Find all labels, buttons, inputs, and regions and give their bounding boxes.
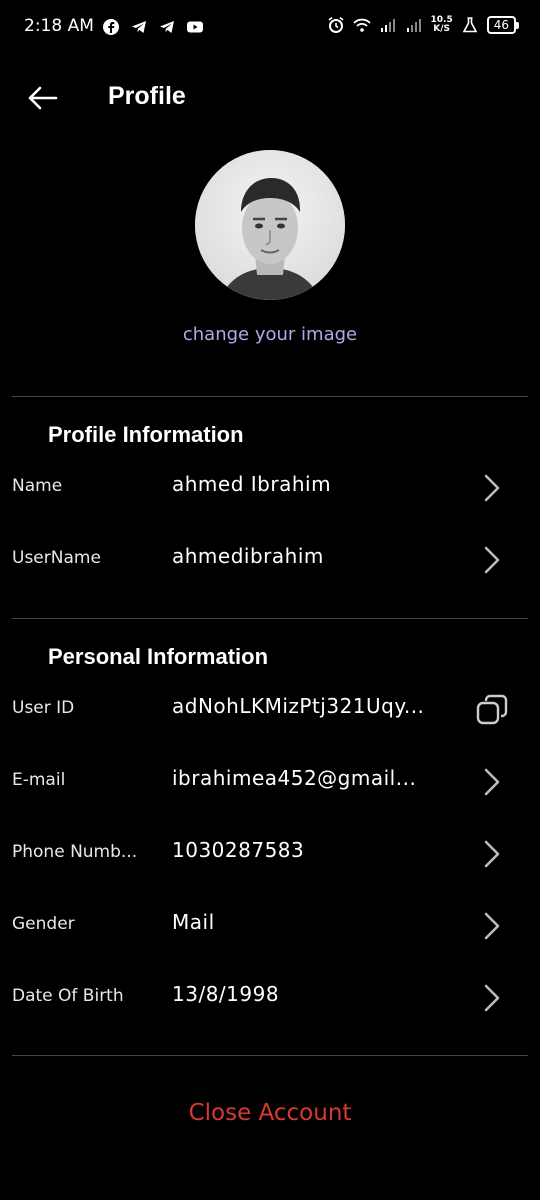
divider [12, 1055, 528, 1056]
row-label: Phone Numb... [12, 842, 138, 862]
divider [12, 396, 528, 397]
alarm-icon [327, 16, 344, 33]
row-value: ahmed Ibrahim [172, 472, 332, 496]
chevron-right-icon [484, 474, 500, 502]
row-value: ibrahimea452@gmail... [172, 766, 417, 790]
row-value: 1030287583 [172, 838, 305, 862]
divider [12, 618, 528, 619]
status-time: 2:18 AM [24, 16, 94, 36]
row-label: UserName [12, 548, 101, 568]
row-phone-number[interactable]: Phone Numb... 1030287583 [0, 822, 540, 882]
back-button[interactable] [22, 80, 62, 116]
change-image-link[interactable]: change your image [0, 324, 540, 345]
close-account-button[interactable]: Close Account [0, 1100, 540, 1126]
row-value: ahmedibrahim [172, 544, 324, 568]
row-label: Gender [12, 914, 75, 934]
signal-icon [380, 19, 395, 32]
network-speed-unit: K/S [433, 24, 450, 34]
chevron-right-icon [484, 984, 500, 1012]
notification-icons [102, 18, 204, 36]
telegram-icon [160, 21, 174, 33]
row-value: 13/8/1998 [172, 982, 280, 1006]
row-username[interactable]: UserName ahmedibrahim [0, 528, 540, 588]
app-bar: Profile [0, 70, 540, 126]
flask-icon [462, 17, 478, 33]
row-gender[interactable]: Gender Mail [0, 894, 540, 954]
copy-icon[interactable] [474, 692, 510, 728]
section-title-personal-information: Personal Information [48, 644, 269, 669]
network-speed: 10.5 K/S [431, 16, 453, 34]
row-email[interactable]: E-mail ibrahimea452@gmail... [0, 750, 540, 810]
row-label: Name [12, 476, 63, 496]
row-label: E-mail [12, 770, 66, 790]
signal-icon [406, 19, 421, 32]
profile-photo [195, 150, 345, 300]
system-icons: 10.5 K/S 46 [327, 16, 520, 34]
youtube-icon [187, 21, 203, 33]
avatar[interactable] [195, 150, 345, 300]
wifi-icon [352, 18, 371, 32]
chevron-right-icon [484, 840, 500, 868]
page-title: Profile [108, 82, 186, 110]
row-date-of-birth[interactable]: Date Of Birth 13/8/1998 [0, 966, 540, 1026]
row-user-id[interactable]: User ID adNohLKMizPtj321Uqy... [0, 678, 540, 738]
row-name[interactable]: Name ahmed Ibrahim [0, 456, 540, 516]
telegram-icon [132, 21, 146, 33]
row-value: adNohLKMizPtj321Uqy... [172, 694, 425, 718]
arrow-left-icon [28, 86, 58, 110]
section-title-profile-information: Profile Information [48, 422, 244, 447]
battery-indicator: 46 [486, 16, 520, 34]
facebook-icon [103, 19, 119, 35]
chevron-right-icon [484, 768, 500, 796]
row-label: Date Of Birth [12, 986, 124, 1006]
row-label: User ID [12, 698, 75, 718]
row-value: Mail [172, 910, 215, 934]
status-bar: 2:18 AM 10.5 K/S 46 [0, 0, 540, 56]
chevron-right-icon [484, 912, 500, 940]
chevron-right-icon [484, 546, 500, 574]
